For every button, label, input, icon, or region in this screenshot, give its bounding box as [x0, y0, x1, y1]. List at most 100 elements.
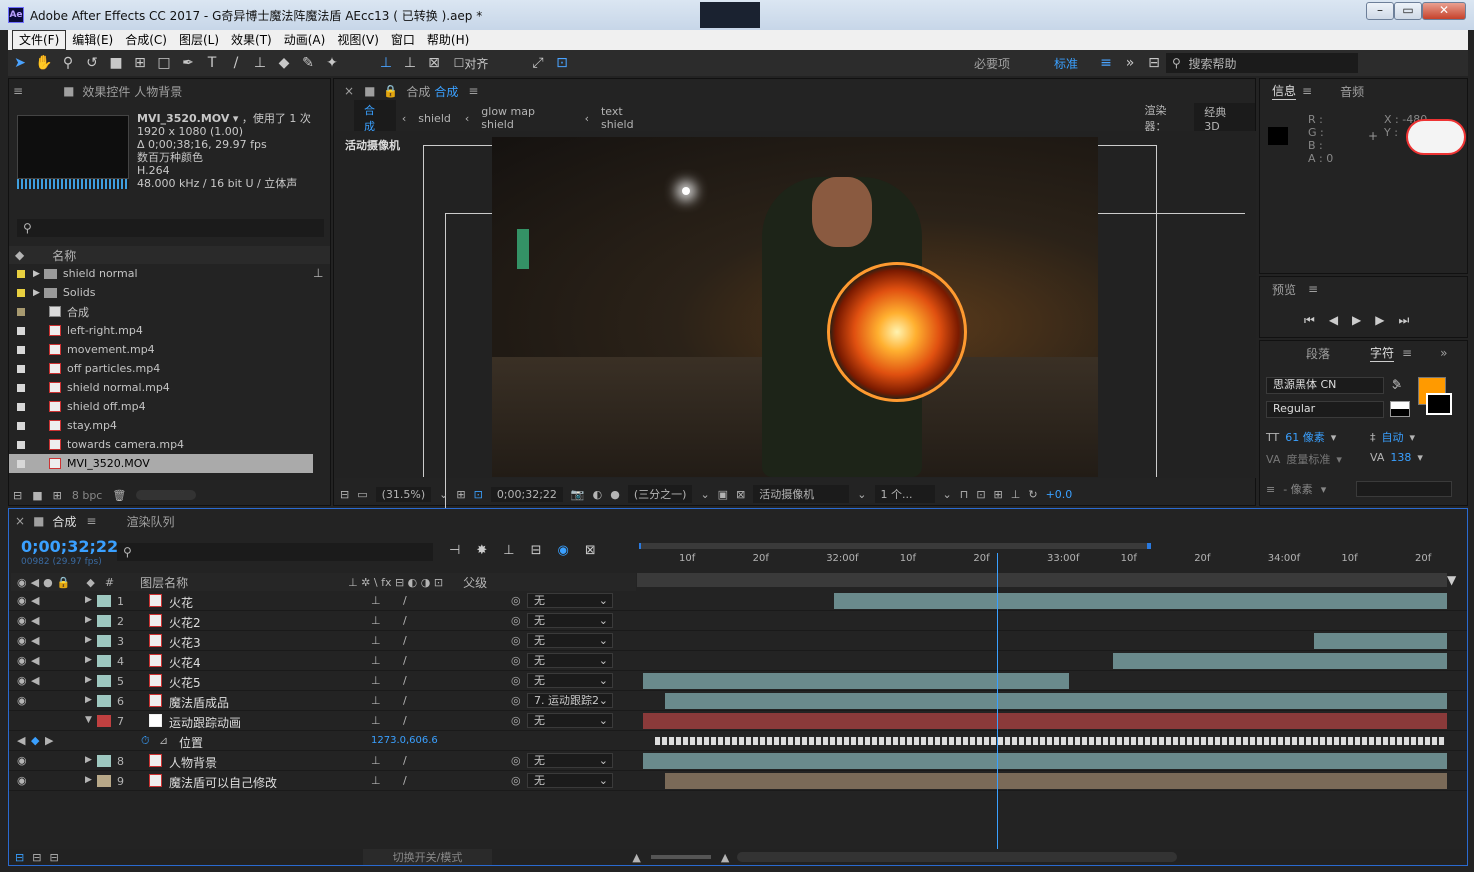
label-color-swatch[interactable]: [17, 269, 25, 278]
visibility-toggle-icon[interactable]: ◉: [17, 634, 27, 647]
snap-toggle[interactable]: ☐ 对齐: [446, 52, 496, 74]
expand-arrow-icon[interactable]: ▶: [33, 288, 40, 298]
stroke-style-select[interactable]: [1356, 481, 1452, 497]
camera-select[interactable]: 活动摄像机: [753, 485, 850, 503]
lock-header-icon[interactable]: 🔒: [57, 576, 71, 589]
render-queue-tab[interactable]: 渲染队列: [126, 513, 174, 530]
label-color-swatch[interactable]: [17, 440, 25, 449]
timeline-tab[interactable]: 合成: [52, 513, 76, 530]
timeline-icon[interactable]: ⊞: [994, 488, 1003, 501]
parent-select[interactable]: 无 ⌄: [527, 653, 613, 668]
layer-duration-bar[interactable]: [643, 753, 1447, 769]
transparency-grid-icon[interactable]: ⊠: [736, 488, 745, 501]
layer-name[interactable]: 火花4: [169, 654, 201, 671]
snapshot-icon[interactable]: ⊟: [340, 488, 349, 501]
character-tab[interactable]: 字符: [1370, 344, 1395, 362]
local-axis-icon[interactable]: ⊥: [374, 52, 398, 74]
layer-search-input[interactable]: ⚲: [117, 543, 433, 561]
layer-name[interactable]: 火花: [169, 594, 193, 611]
pickwhip-icon[interactable]: ◎: [511, 634, 521, 647]
audio-toggle-icon[interactable]: ◀: [31, 634, 39, 647]
next-keyframe-icon[interactable]: ▶: [45, 734, 53, 747]
resolution-select[interactable]: (三分之一): [627, 485, 693, 503]
keyframes[interactable]: [655, 737, 1445, 745]
pickwhip-icon[interactable]: ◎: [511, 714, 521, 727]
visibility-toggle-icon[interactable]: ◉: [17, 654, 27, 667]
frame-blending-icon[interactable]: ⊟: [531, 543, 542, 558]
first-frame-icon[interactable]: ⏮: [1304, 313, 1315, 328]
layer-duration-bar[interactable]: [834, 593, 1447, 609]
layer-label-swatch[interactable]: [97, 695, 111, 707]
layer-name[interactable]: 人物背景: [169, 754, 217, 771]
more-icon[interactable]: »: [1440, 346, 1447, 360]
pickwhip-icon[interactable]: ◎: [511, 754, 521, 767]
interpret-footage-icon[interactable]: ⊟: [13, 489, 22, 502]
label-color-swatch[interactable]: [17, 288, 25, 297]
quality-switch-icon[interactable]: /: [403, 654, 407, 667]
project-item[interactable]: ▶ Solids: [9, 283, 313, 302]
selection-tool-icon[interactable]: ➤: [8, 52, 32, 74]
info-menu-icon[interactable]: ≡: [1302, 84, 1312, 98]
comp-panel-menu-icon[interactable]: ≡: [468, 84, 478, 98]
timeline-scrollbar[interactable]: [737, 852, 1178, 862]
time-ruler[interactable]: 10f 20f 32:00f 10f 20f 33:00f 10f 20f 34:00f 10f 2…: [637, 539, 1447, 589]
parent-select[interactable]: 无 ⌄: [527, 633, 613, 648]
layer-label-swatch[interactable]: [97, 755, 111, 767]
playhead[interactable]: [996, 553, 998, 851]
visibility-toggle-icon[interactable]: ◉: [17, 614, 27, 627]
label-color-swatch[interactable]: [17, 459, 25, 468]
shy-switch-icon[interactable]: ⊥: [371, 714, 381, 727]
quality-switch-icon[interactable]: /: [403, 714, 407, 727]
audio-toggle-icon[interactable]: ◀: [31, 654, 39, 667]
pickwhip-icon[interactable]: ◎: [511, 594, 521, 607]
layer-name[interactable]: 运动跟踪动画: [169, 714, 241, 731]
expand-arrow-icon[interactable]: ▶: [85, 655, 92, 665]
lock-icon[interactable]: 🔒: [383, 84, 398, 98]
pickwhip-icon[interactable]: ◎: [511, 694, 521, 707]
font-style-select[interactable]: Regular: [1266, 401, 1384, 418]
label-header-icon[interactable]: ◆: [86, 576, 94, 589]
clone-stamp-tool-icon[interactable]: ⊥: [248, 52, 272, 74]
shy-switch-icon[interactable]: ⊥: [371, 694, 381, 707]
quality-switch-icon[interactable]: /: [403, 694, 407, 707]
visibility-toggle-icon[interactable]: ◉: [17, 694, 27, 707]
audio-toggle-icon[interactable]: ◀: [31, 614, 39, 627]
menu-help[interactable]: 帮助(H): [421, 31, 475, 49]
hand-tool-icon[interactable]: ✋: [32, 52, 56, 74]
pan-behind-tool-icon[interactable]: ⊞: [128, 52, 152, 74]
menu-view[interactable]: 视图(V): [331, 31, 385, 49]
timeline-timecode[interactable]: 0;00;32;22: [21, 537, 118, 556]
prev-keyframe-icon[interactable]: ◀: [17, 734, 25, 747]
project-search-input[interactable]: ⚲: [17, 219, 324, 237]
expand-arrow-icon[interactable]: ▶: [85, 635, 92, 645]
property-row[interactable]: ◀ ◆ ▶ ⏱ ⊿ 位置 1273.0,606.6: [9, 731, 1467, 751]
expand-time-panes-icon[interactable]: ⊟: [49, 851, 58, 864]
label-color-swatch[interactable]: [17, 402, 25, 411]
layer-duration-bar[interactable]: [1113, 653, 1447, 669]
menu-edit[interactable]: 编辑(E): [66, 31, 119, 49]
tracking-value[interactable]: 138: [1390, 451, 1411, 464]
shy-switch-icon[interactable]: ⊥: [371, 634, 381, 647]
flowchart-icon[interactable]: ⊥: [1011, 488, 1021, 501]
layer-duration-bar[interactable]: [643, 713, 1447, 729]
parent-select[interactable]: 无 ⌄: [527, 713, 613, 728]
swap-color-icon[interactable]: [1390, 401, 1410, 417]
menu-animation[interactable]: 动画(A): [278, 31, 332, 49]
expand-arrow-icon[interactable]: ▼: [85, 715, 92, 725]
close-tab-icon[interactable]: ×: [15, 514, 25, 528]
more-icon[interactable]: »: [1118, 52, 1142, 74]
pickwhip-icon[interactable]: ◎: [511, 774, 521, 787]
reset-exposure-icon[interactable]: ↻: [1028, 488, 1037, 501]
layer-name[interactable]: 魔法盾成品: [169, 694, 229, 711]
quality-switch-icon[interactable]: /: [403, 634, 407, 647]
visibility-toggle-icon[interactable]: ◉: [17, 774, 27, 787]
expand-arrow-icon[interactable]: ▶: [85, 755, 92, 765]
layer-row[interactable]: ◉ ◀ ▶ 5 火花5 ⊥ / ◎ 无 ⌄: [9, 671, 1467, 691]
workspace-essentials[interactable]: 必要项: [974, 55, 1054, 72]
menu-effect[interactable]: 效果(T): [225, 31, 278, 49]
new-comp-icon[interactable]: ⊞: [53, 489, 62, 502]
quality-switch-icon[interactable]: /: [403, 674, 407, 687]
graph-icon[interactable]: ⊿: [159, 734, 168, 747]
shy-layers-icon[interactable]: ⊥: [503, 543, 514, 558]
menu-file[interactable]: 文件(F): [12, 30, 67, 50]
